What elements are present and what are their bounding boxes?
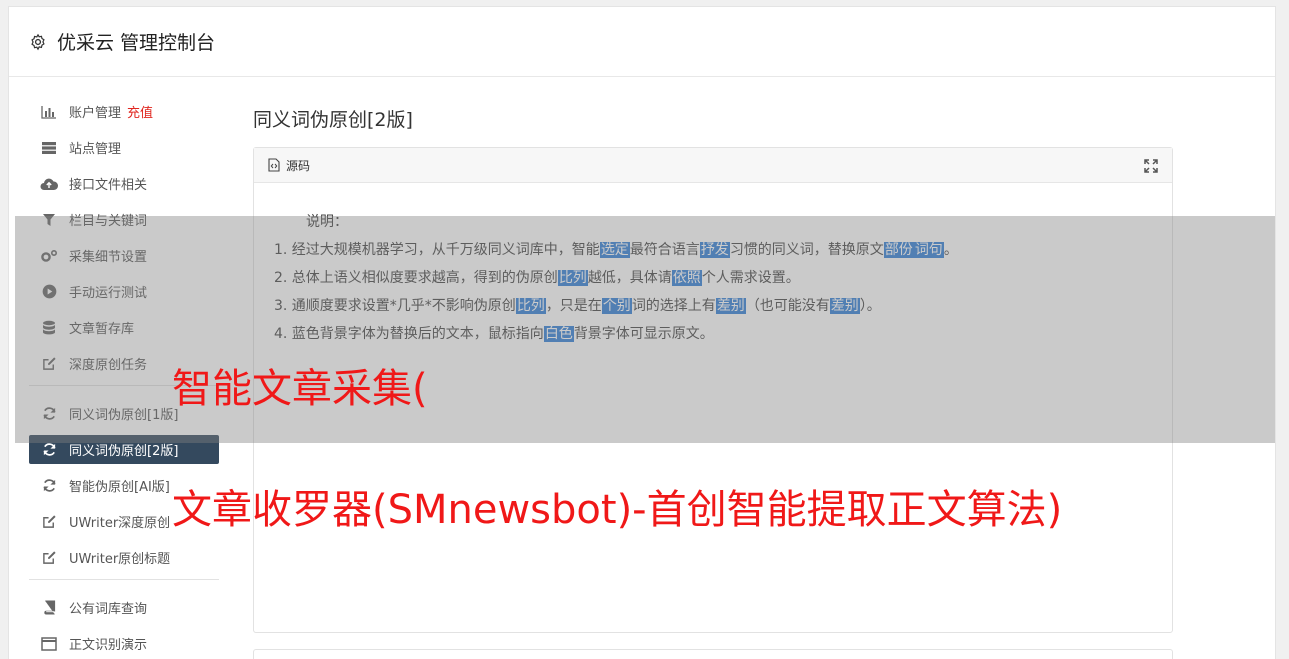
sidebar-item-api-files[interactable]: 接口文件相关	[29, 169, 219, 198]
sidebar-item-uwriter-title[interactable]: UWriter原创标题	[29, 543, 219, 572]
recharge-link[interactable]: 充值	[127, 102, 153, 121]
cloud-upload-icon	[39, 177, 59, 191]
refresh-icon	[39, 442, 59, 457]
sidebar-item-label: 公有词库查询	[69, 602, 148, 617]
watermark-text-line2: 文章收罗器(SMnewsbot)-首创智能提取正文算法)	[172, 487, 1063, 533]
sidebar-item-label: UWriter原创标题	[69, 552, 171, 567]
gear-icon	[29, 33, 47, 51]
page-title: 同义词伪原创[2版]	[253, 109, 413, 131]
book-icon	[39, 600, 59, 615]
watermark-text-line1: 智能文章采集(	[172, 366, 428, 412]
sidebar-item-label: UWriter深度原创	[69, 516, 171, 531]
bar-chart-icon	[39, 105, 59, 119]
output-panel	[253, 649, 1173, 659]
sidebar-item-text-recognition[interactable]: 正文识别演示	[29, 629, 219, 658]
edit-icon	[39, 550, 59, 565]
sidebar-item-label: 账户管理	[69, 106, 122, 121]
window-icon	[39, 636, 59, 651]
edit-icon	[39, 514, 59, 529]
header: 优采云 管理控制台	[9, 7, 1275, 77]
sidebar-item-account[interactable]: 账户管理 充值	[29, 97, 219, 126]
code-file-icon	[268, 158, 280, 172]
panel-title: 源码	[286, 158, 311, 173]
sidebar-item-label: 站点管理	[69, 142, 122, 157]
sidebar-item-sites[interactable]: 站点管理	[29, 133, 219, 162]
sidebar-item-label: 智能伪原创[AI版]	[69, 480, 170, 495]
sidebar-item-label: 正文识别演示	[69, 638, 148, 653]
page-header-title: 优采云 管理控制台	[57, 32, 216, 54]
panel-header: 源码	[254, 148, 1172, 183]
sidebar-item-label: 接口文件相关	[69, 178, 148, 193]
sidebar-divider	[29, 579, 219, 580]
expand-icon[interactable]	[1144, 159, 1158, 173]
server-icon	[39, 141, 59, 155]
refresh-icon	[39, 478, 59, 493]
sidebar-item-public-lexicon[interactable]: 公有词库查询	[29, 593, 219, 622]
